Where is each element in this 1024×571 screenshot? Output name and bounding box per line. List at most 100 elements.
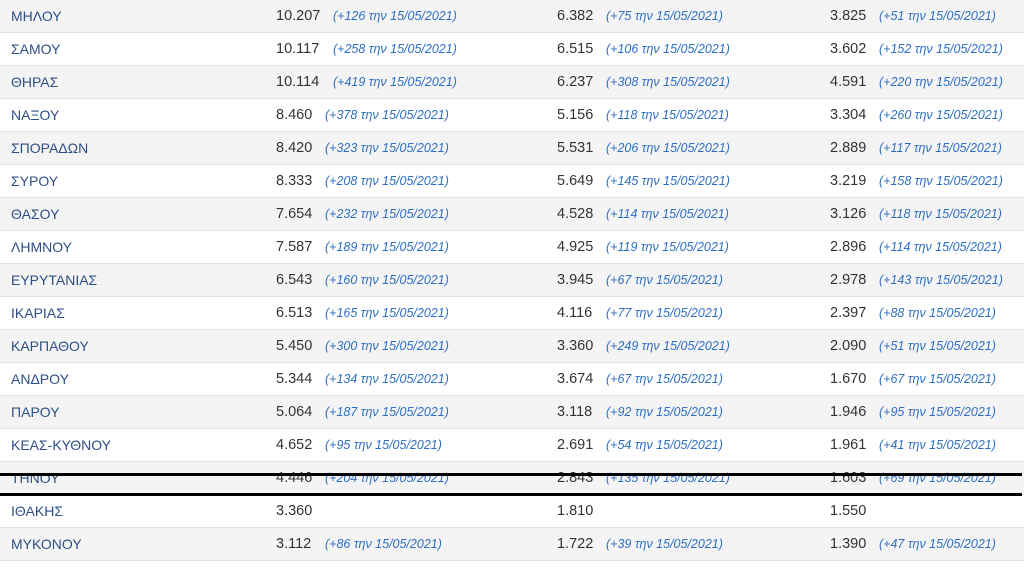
- highlight-line-bottom: [0, 493, 1022, 496]
- delta-col3: (+143 την 15/05/2021): [879, 273, 1003, 287]
- row-name-link[interactable]: ΣΠΟΡΑΔΩΝ: [11, 132, 88, 165]
- row-name-link[interactable]: ΚΕΑΣ-ΚΥΘΝΟΥ: [11, 429, 111, 462]
- delta-col2: (+106 την 15/05/2021): [606, 42, 730, 56]
- value-col2: 1.722: [557, 536, 594, 552]
- row-name-link[interactable]: ΣΥΡΟΥ: [11, 165, 58, 198]
- delta-col3: (+260 την 15/05/2021): [879, 108, 1003, 122]
- table-row: ΣΥΡΟΥ 8.333 (+208 την 15/05/2021) 5.649 …: [0, 165, 1024, 198]
- value-col1: 7.587: [276, 239, 313, 255]
- value-col2: 5.531: [557, 140, 594, 156]
- value-col3: 2.978: [830, 272, 867, 288]
- delta-col1: (+160 την 15/05/2021): [325, 273, 449, 287]
- table-row-highlighted: ΤΗΝΟΥ 4.446 (+204 την 15/05/2021) 2.843 …: [0, 462, 1024, 495]
- row-name-link[interactable]: ΠΑΡΟΥ: [11, 396, 60, 429]
- value-col1: 10.207: [276, 8, 321, 24]
- delta-col2: (+114 την 15/05/2021): [606, 207, 729, 221]
- value-col1: 6.513: [276, 305, 313, 321]
- delta-col2: (+119 την 15/05/2021): [606, 240, 729, 254]
- row-name-link[interactable]: ΚΑΡΠΑΘΟΥ: [11, 330, 89, 363]
- delta-col1: (+187 την 15/05/2021): [325, 405, 449, 419]
- delta-col1: (+95 την 15/05/2021): [325, 438, 442, 452]
- value-col1: 6.543: [276, 272, 313, 288]
- delta-col2: (+308 την 15/05/2021): [606, 75, 730, 89]
- delta-col1: (+204 την 15/05/2021): [325, 471, 449, 485]
- value-col3: 2.896: [830, 239, 867, 255]
- row-name-link[interactable]: ΙΘΑΚΗΣ: [11, 495, 63, 528]
- value-col2: 5.649: [557, 173, 594, 189]
- delta-col1: (+126 την 15/05/2021): [333, 9, 457, 23]
- delta-col2: (+135 την 15/05/2021): [606, 471, 730, 485]
- delta-col3: (+220 την 15/05/2021): [879, 75, 1003, 89]
- results-table: ΜΗΛΟΥ 10.207 (+126 την 15/05/2021) 6.382…: [0, 0, 1024, 561]
- value-col3: 1.603: [830, 470, 867, 486]
- row-name-link[interactable]: ΜΥΚΟΝΟΥ: [11, 528, 82, 561]
- table-row: ΜΗΛΟΥ 10.207 (+126 την 15/05/2021) 6.382…: [0, 0, 1024, 33]
- delta-col3: (+118 την 15/05/2021): [879, 207, 1002, 221]
- table-row: ΜΥΚΟΝΟΥ 3.112 (+86 την 15/05/2021) 1.722…: [0, 528, 1024, 561]
- delta-col3: (+47 την 15/05/2021): [879, 537, 996, 551]
- value-col2: 3.118: [557, 404, 593, 420]
- value-col2: 2.691: [557, 437, 594, 453]
- value-col2: 6.237: [557, 74, 594, 90]
- delta-col2: (+39 την 15/05/2021): [606, 537, 723, 551]
- delta-col2: (+77 την 15/05/2021): [606, 306, 723, 320]
- row-name-link[interactable]: ΘΑΣΟΥ: [11, 198, 59, 231]
- table-row: ΣΠΟΡΑΔΩΝ 8.420 (+323 την 15/05/2021) 5.5…: [0, 132, 1024, 165]
- highlight-line-top: [0, 473, 1022, 476]
- row-name-link[interactable]: ΙΚΑΡΙΑΣ: [11, 297, 65, 330]
- delta-col3: (+95 την 15/05/2021): [879, 405, 996, 419]
- row-name-link[interactable]: ΑΝΔΡΟΥ: [11, 363, 69, 396]
- table-row: ΙΘΑΚΗΣ 3.360 1.810 1.550: [0, 495, 1024, 528]
- value-col3: 2.889: [830, 140, 867, 156]
- value-col3: 1.946: [830, 404, 867, 420]
- delta-col1: (+300 την 15/05/2021): [325, 339, 449, 353]
- delta-col3: (+67 την 15/05/2021): [879, 372, 996, 386]
- value-col3: 1.390: [830, 536, 867, 552]
- delta-col1: (+419 την 15/05/2021): [333, 75, 457, 89]
- row-name-link[interactable]: ΛΗΜΝΟΥ: [11, 231, 72, 264]
- value-col3: 3.825: [830, 8, 867, 24]
- delta-col1: (+134 την 15/05/2021): [325, 372, 449, 386]
- value-col1: 10.114: [276, 74, 320, 90]
- row-name-link[interactable]: ΕΥΡΥΤΑΝΙΑΣ: [11, 264, 97, 297]
- value-col1: 5.344: [276, 371, 313, 387]
- table-row: ΠΑΡΟΥ 5.064 (+187 την 15/05/2021) 3.118 …: [0, 396, 1024, 429]
- table-row: ΛΗΜΝΟΥ 7.587 (+189 την 15/05/2021) 4.925…: [0, 231, 1024, 264]
- delta-col1: (+165 την 15/05/2021): [325, 306, 449, 320]
- table-row: ΣΑΜΟΥ 10.117 (+258 την 15/05/2021) 6.515…: [0, 33, 1024, 66]
- row-name-link[interactable]: ΘΗΡΑΣ: [11, 66, 58, 99]
- value-col1: 8.460: [276, 107, 313, 123]
- value-col3: 2.090: [830, 338, 867, 354]
- value-col2: 3.674: [557, 371, 594, 387]
- value-col3: 3.304: [830, 107, 867, 123]
- value-col1: 4.446: [276, 470, 313, 486]
- delta-col3: (+158 την 15/05/2021): [879, 174, 1003, 188]
- row-name-link[interactable]: ΤΗΝΟΥ: [11, 462, 60, 495]
- delta-col2: (+54 την 15/05/2021): [606, 438, 723, 452]
- value-col3: 1.550: [830, 503, 867, 519]
- delta-col3: (+152 την 15/05/2021): [879, 42, 1003, 56]
- value-col1: 3.112: [276, 536, 312, 552]
- value-col2: 3.360: [557, 338, 594, 354]
- delta-col3: (+51 την 15/05/2021): [879, 9, 996, 23]
- delta-col1: (+189 την 15/05/2021): [325, 240, 449, 254]
- value-col1: 4.652: [276, 437, 313, 453]
- value-col1: 7.654: [276, 206, 313, 222]
- value-col3: 2.397: [830, 305, 867, 321]
- delta-col1: (+378 την 15/05/2021): [325, 108, 449, 122]
- value-col3: 1.670: [830, 371, 867, 387]
- table-row: ΚΕΑΣ-ΚΥΘΝΟΥ 4.652 (+95 την 15/05/2021) 2…: [0, 429, 1024, 462]
- value-col1: 5.064: [276, 404, 313, 420]
- row-name-link[interactable]: ΜΗΛΟΥ: [11, 0, 62, 33]
- value-col2: 2.843: [557, 470, 594, 486]
- row-name-link[interactable]: ΣΑΜΟΥ: [11, 33, 60, 66]
- value-col2: 3.945: [557, 272, 594, 288]
- delta-col3: (+41 την 15/05/2021): [879, 438, 996, 452]
- value-col3: 4.591: [830, 74, 867, 90]
- value-col2: 4.925: [557, 239, 594, 255]
- row-name-link[interactable]: ΝΑΞΟΥ: [11, 99, 59, 132]
- table-row: ΝΑΞΟΥ 8.460 (+378 την 15/05/2021) 5.156 …: [0, 99, 1024, 132]
- value-col2: 6.382: [557, 8, 594, 24]
- table-row: ΕΥΡΥΤΑΝΙΑΣ 6.543 (+160 την 15/05/2021) 3…: [0, 264, 1024, 297]
- delta-col3: (+51 την 15/05/2021): [879, 339, 996, 353]
